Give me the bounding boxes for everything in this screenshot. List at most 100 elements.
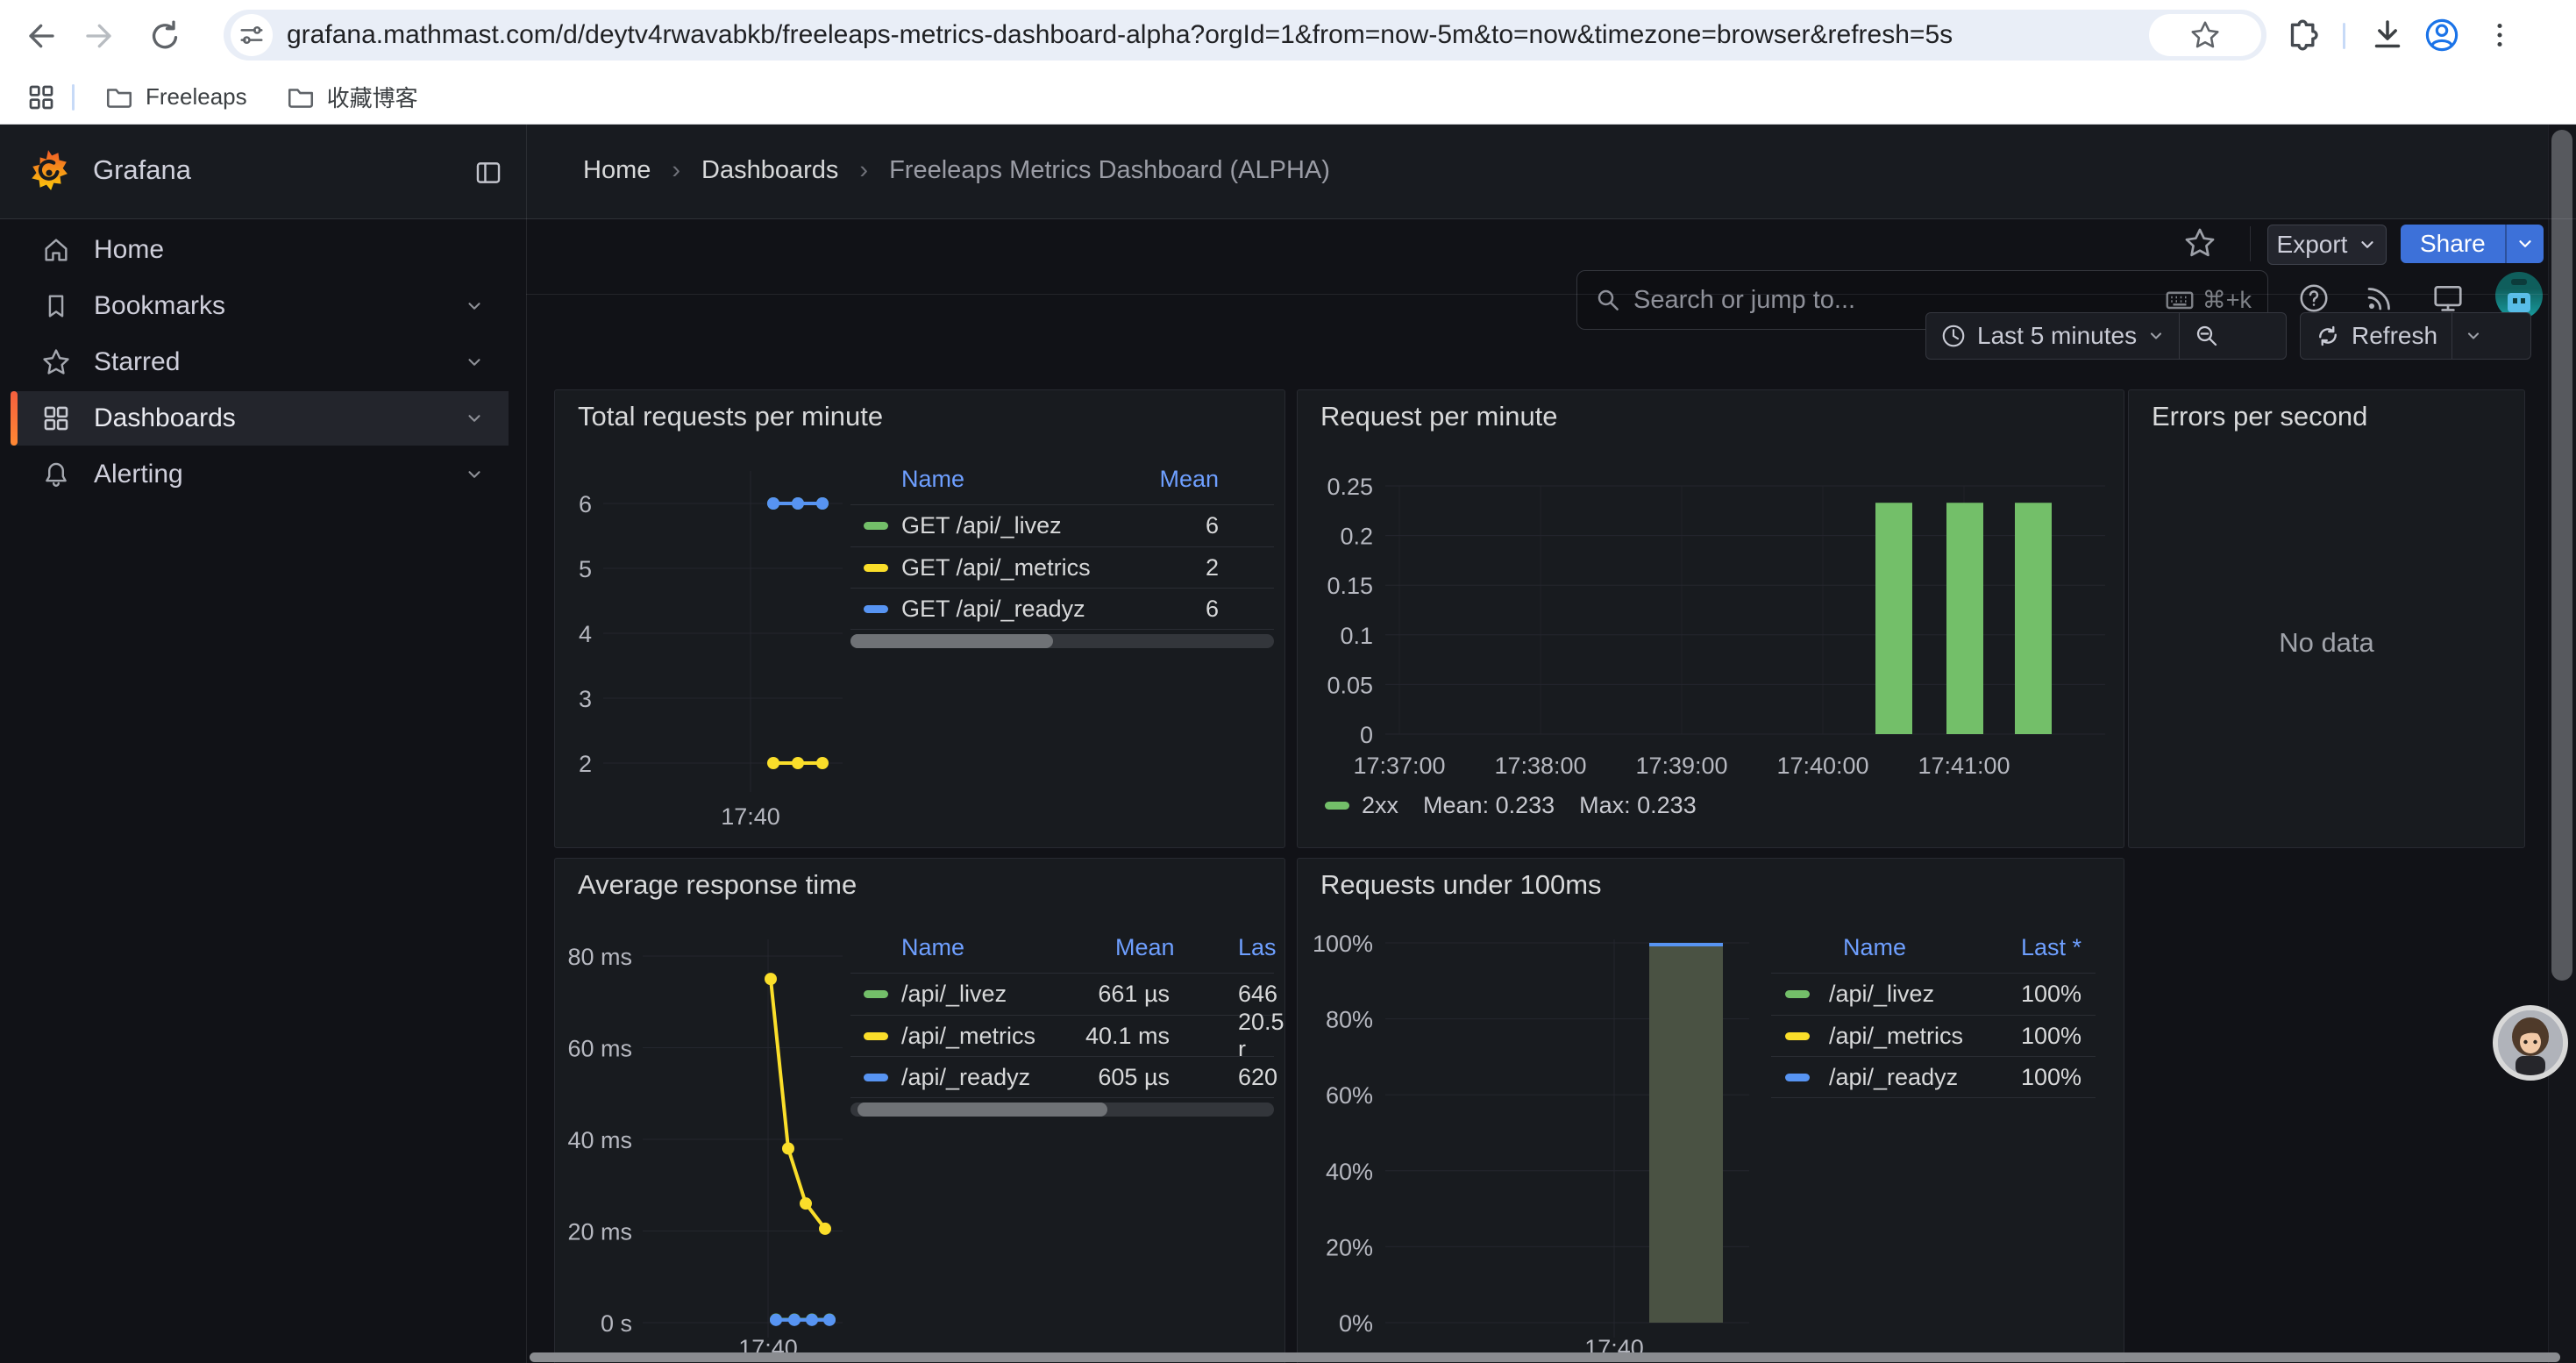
help-icon xyxy=(2297,282,2330,315)
help-button[interactable] xyxy=(2296,281,2331,316)
floating-assistant-avatar[interactable] xyxy=(2493,1005,2568,1081)
series-color-dash xyxy=(1325,802,1349,810)
scrollbar-thumb[interactable] xyxy=(850,634,1053,648)
legend-col-name[interactable]: Name xyxy=(1843,934,1906,961)
legend-scrollbar[interactable] xyxy=(850,1103,1274,1117)
chevron-down-icon[interactable] xyxy=(465,353,484,372)
share-button[interactable]: Share xyxy=(2401,225,2505,263)
series-color-dash xyxy=(1785,1074,1810,1081)
legend-row[interactable]: /api/_readyz 100% xyxy=(1771,1057,2096,1097)
svg-text:0%: 0% xyxy=(1339,1310,1373,1337)
screen: grafana.mathmast.com/d/deytv4rwavabkb/fr… xyxy=(0,0,2576,1363)
browser-menu-button[interactable] xyxy=(2480,15,2520,55)
legend-scrollbar[interactable] xyxy=(850,634,1274,648)
sidebar-item-label: Dashboards xyxy=(94,403,465,433)
legend-col-name[interactable]: Name xyxy=(901,934,964,961)
bar-chart[interactable]: 0.250.20.150.10.05017:37:0017:38:0017:39… xyxy=(1298,390,2124,847)
legend-col-mean[interactable]: Mean xyxy=(1115,934,1175,961)
horizontal-scrollbar-thumb[interactable] xyxy=(530,1352,2560,1362)
bookmark-star-button[interactable] xyxy=(2149,14,2261,56)
bookmark-folder-blogs[interactable]: 收藏博客 xyxy=(286,81,418,113)
sidebar-item-bookmarks[interactable]: Bookmarks xyxy=(11,282,509,331)
panel-title[interactable]: Errors per second xyxy=(2152,401,2367,432)
display-button[interactable] xyxy=(2430,281,2466,316)
browser-profile-button[interactable] xyxy=(2422,15,2462,55)
url-text[interactable]: grafana.mathmast.com/d/deytv4rwavabkb/fr… xyxy=(287,20,1953,50)
refresh-interval-button[interactable] xyxy=(2452,313,2494,359)
legend-col-mean[interactable]: Mean xyxy=(1159,466,1219,493)
legend-row[interactable]: /api/_metrics 40.1 ms 20.5 r xyxy=(850,1016,1274,1056)
apps-grid-button[interactable] xyxy=(21,77,61,118)
rss-icon xyxy=(2364,282,2395,314)
search-shortcut: ⌘+k xyxy=(2164,284,2252,316)
bookmark-icon xyxy=(41,291,71,321)
legend-header: Name Mean Las xyxy=(850,934,1274,967)
scrollbar-thumb[interactable] xyxy=(857,1103,1107,1117)
sidebar-item-label: Starred xyxy=(94,347,465,377)
series-color-dash xyxy=(1785,990,1810,998)
browser-back-button[interactable] xyxy=(19,16,60,56)
svg-text:4: 4 xyxy=(579,621,592,647)
share-label: Share xyxy=(2420,230,2486,258)
grafana-logo[interactable] xyxy=(26,148,70,192)
legend-row[interactable]: /api/_metrics 100% xyxy=(1771,1016,2096,1056)
chevron-down-icon[interactable] xyxy=(465,296,484,316)
page-scrollbar-thumb[interactable] xyxy=(2551,130,2572,981)
svg-text:5: 5 xyxy=(579,556,592,582)
legend-row[interactable]: GET /api/_readyz 6 xyxy=(850,589,1274,629)
legend-row[interactable]: /api/_livez 661 µs 646 xyxy=(850,974,1274,1014)
share-menu-button[interactable] xyxy=(2505,225,2544,263)
favorite-dashboard-button[interactable] xyxy=(2183,226,2217,260)
bookmark-folder-freeleaps[interactable]: Freeleaps xyxy=(104,82,247,112)
series-name: /api/_metrics xyxy=(901,1023,1035,1050)
legend-col-last[interactable]: Last * xyxy=(2021,934,2081,961)
search-placeholder: Search or jump to... xyxy=(1633,286,2164,315)
breadcrumb-dashboards[interactable]: Dashboards xyxy=(701,156,838,185)
clock-icon xyxy=(1940,323,1967,349)
breadcrumb-current: Freeleaps Metrics Dashboard (ALPHA) xyxy=(889,156,1330,185)
legend-row[interactable]: GET /api/_livez 6 xyxy=(850,505,1274,546)
sidebar-item-home[interactable]: Home xyxy=(11,225,509,275)
chevron-down-icon[interactable] xyxy=(465,465,484,484)
svg-text:3: 3 xyxy=(579,686,592,712)
refresh-button[interactable]: Refresh xyxy=(2301,313,2451,359)
sidebar-item-starred[interactable]: Starred xyxy=(11,338,509,387)
time-range-label: Last 5 minutes xyxy=(1977,322,2137,350)
site-settings-icon[interactable] xyxy=(231,14,273,56)
chevron-down-icon xyxy=(2516,234,2535,253)
downloads-button[interactable] xyxy=(2367,15,2408,55)
legend-bottom[interactable]: 2xx Mean: 0.233 Max: 0.233 xyxy=(1325,792,1697,819)
header-border xyxy=(0,218,2576,219)
export-label: Export xyxy=(2277,231,2348,259)
kebab-menu-icon xyxy=(2484,19,2516,51)
legend-row[interactable]: GET /api/_metrics 2 xyxy=(850,547,1274,588)
legend-row[interactable]: /api/_readyz 605 µs 620 xyxy=(850,1057,1274,1097)
legend-col-name[interactable]: Name xyxy=(901,466,964,493)
extensions-button[interactable] xyxy=(2283,15,2323,55)
legend-table: Name Last * /api/_livez 100% /api/_metri… xyxy=(1771,934,2096,1120)
zoom-out-button[interactable] xyxy=(2180,313,2234,359)
sidebar-item-dashboards[interactable]: Dashboards xyxy=(11,394,509,443)
news-button[interactable] xyxy=(2362,281,2397,316)
toolbar-divider xyxy=(2343,23,2345,49)
svg-text:80%: 80% xyxy=(1326,1007,1373,1033)
browser-forward-button[interactable] xyxy=(81,16,121,56)
series-color-dash xyxy=(1785,1032,1810,1040)
series-name: GET /api/_metrics xyxy=(901,554,1091,582)
chevron-down-icon[interactable] xyxy=(465,409,484,428)
chrome-page-divider xyxy=(0,124,2576,125)
dock-menu-button[interactable] xyxy=(473,158,503,188)
legend-col-last[interactable]: Las xyxy=(1238,934,1277,961)
address-bar[interactable]: grafana.mathmast.com/d/deytv4rwavabkb/fr… xyxy=(224,10,2266,61)
breadcrumb-home[interactable]: Home xyxy=(583,156,651,185)
svg-text:17:37:00: 17:37:00 xyxy=(1353,753,1445,779)
export-button[interactable]: Export xyxy=(2267,225,2387,265)
browser-reload-button[interactable] xyxy=(145,16,185,56)
time-range-picker[interactable]: Last 5 minutes xyxy=(1926,313,2179,359)
series-mean: 6 xyxy=(1206,512,1219,539)
legend-row[interactable]: /api/_livez 100% xyxy=(1771,974,2096,1014)
arrow-left-icon xyxy=(22,18,57,54)
series-name: /api/_readyz xyxy=(901,1064,1030,1091)
sidebar-item-alerting[interactable]: Alerting xyxy=(11,450,509,499)
keyboard-icon xyxy=(2164,284,2195,316)
